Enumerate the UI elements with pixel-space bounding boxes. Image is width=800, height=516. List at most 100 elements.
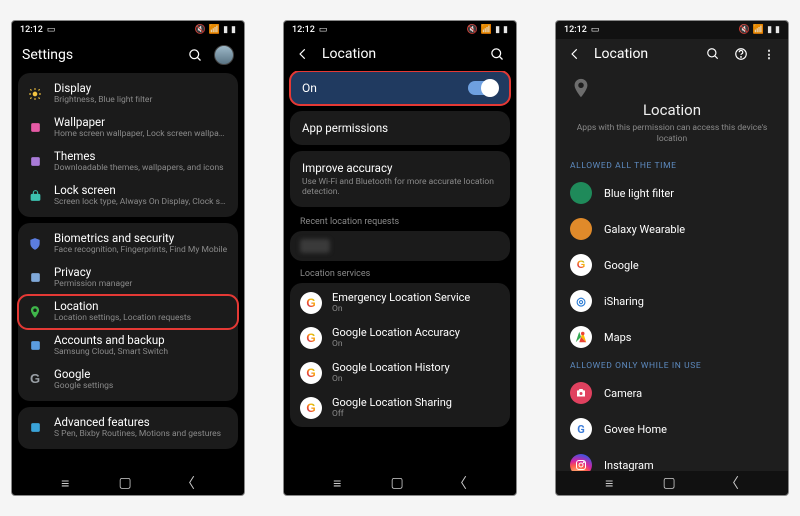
signal-icon: ▮ [767,25,772,35]
phone-screen-location: 12:12 ▭ 🔇 📶 ▮ ▮ Location On App permissi… [283,20,517,496]
app-label: Govee Home [604,423,667,436]
improve-accuracy-sub: Use Wi-Fi and Bluetooth for more accurat… [302,177,498,197]
mute-icon: 🔇 [195,25,206,35]
home-button[interactable]: ▢ [662,475,675,491]
recents-button[interactable]: ≡ [333,475,341,492]
back-button[interactable]: 〈 [725,473,739,493]
back-button[interactable]: 〈 [453,473,467,493]
app-label: iSharing [604,295,644,308]
app-permission-row[interactable]: ◎iSharing [556,283,788,319]
permission-content: Location Apps with this permission can a… [556,71,788,471]
govee-app-icon: G [570,418,592,440]
themes-icon [26,153,44,171]
app-permission-row[interactable]: G Govee Home [556,411,788,447]
settings-row-display[interactable]: Display Brightness, Blue light filter [18,77,238,111]
camera-app-icon [570,382,592,404]
page-title: Settings [22,47,73,63]
settings-row-lock-screen[interactable]: Lock screen Screen lock type, Always On … [18,179,238,213]
settings-row-wallpaper[interactable]: Wallpaper Home screen wallpaper, Lock sc… [18,111,238,145]
app-label: Google [604,259,639,272]
search-icon[interactable] [704,45,722,63]
status-bar: 12:12 ▭ 🔇 📶 ▮ ▮ [284,21,516,39]
recent-request-item[interactable] [290,231,510,261]
maps-app-icon [570,326,592,348]
app-label: Camera [604,387,642,400]
sun-icon [26,85,44,103]
permission-description: Apps with this permission can access thi… [570,123,774,145]
settings-row-biometrics-and-security[interactable]: Biometrics and security Face recognition… [18,227,238,261]
wifi-icon: 📶 [209,25,220,35]
app-permission-row[interactable]: Camera [556,375,788,411]
settings-row-sub: Google settings [54,382,228,392]
improve-accuracy-row[interactable]: Improve accuracy Use Wi-Fi and Bluetooth… [290,151,510,207]
app-header: Location [284,39,516,71]
settings-row-themes[interactable]: Themes Downloadable themes, wallpapers, … [18,145,238,179]
back-icon[interactable] [294,45,312,63]
home-button[interactable]: ▢ [390,475,403,491]
allowed-while-use-header: ALLOWED ONLY WHILE IN USE [556,355,788,375]
toggle-switch-on[interactable] [468,81,498,95]
allowed-all-time-list: Blue light filterGalaxy WearableGGoogle◎… [556,175,788,355]
improve-accuracy-label: Improve accuracy [302,161,498,175]
status-icons: 🔇 📶 ▮ ▮ [467,25,508,35]
lock-icon [26,187,44,205]
search-icon[interactable] [186,46,204,64]
pin-icon [26,303,44,321]
settings-row-accounts-and-backup[interactable]: Accounts and backup Samsung Cloud, Smart… [18,329,238,363]
location-services-list: G Emergency Location Service OnG Google … [290,283,510,427]
google-icon: G [26,371,44,389]
profile-avatar[interactable] [214,45,234,65]
app-permissions-row[interactable]: App permissions [290,111,510,145]
settings-row-advanced-features[interactable]: Advanced features S Pen, Bixby Routines,… [18,411,238,445]
settings-row-sub: Location settings, Location requests [54,314,228,324]
app-permission-row[interactable]: GGoogle [556,247,788,283]
app-permission-row[interactable]: Blue light filter [556,175,788,211]
recents-button[interactable]: ≡ [61,475,69,492]
app-label: Maps [604,331,631,344]
status-icons: 🔇 📶 ▮ ▮ [195,25,236,35]
recents-button[interactable]: ≡ [605,475,613,492]
location-service-row[interactable]: G Google Location History On [290,355,510,390]
nav-bar: ≡ ▢ 〈 [556,471,788,495]
settings-row-label: Lock screen [54,184,228,197]
service-label: Google Location Sharing [332,396,452,409]
mute-icon: 🔇 [467,25,478,35]
location-service-row[interactable]: G Google Location Accuracy On [290,320,510,355]
settings-row-privacy[interactable]: Privacy Permission manager [18,261,238,295]
settings-row-sub: Brightness, Blue light filter [54,96,228,106]
advanced-icon [26,419,44,437]
app-icon [570,182,592,204]
settings-row-location[interactable]: Location Location settings, Location req… [18,295,238,329]
location-toggle-row[interactable]: On [290,71,510,105]
settings-row-sub: Samsung Cloud, Smart Switch [54,348,228,358]
overflow-menu-icon[interactable]: ⋮ [760,45,778,63]
nav-bar: ≡ ▢ 〈 [12,471,244,495]
app-permissions-label: App permissions [302,121,498,135]
permission-summary: Location Apps with this permission can a… [556,71,788,155]
app-permission-row[interactable]: Maps [556,319,788,355]
location-service-row[interactable]: G Google Location Sharing Off [290,390,510,425]
app-permission-row[interactable]: Instagram [556,447,788,471]
app-permission-row[interactable]: Galaxy Wearable [556,211,788,247]
settings-list: Display Brightness, Blue light filter Wa… [12,73,244,471]
google-g-icon: G [300,397,322,419]
settings-row-label: Biometrics and security [54,232,228,245]
settings-row-sub: Permission manager [54,280,228,290]
search-icon[interactable] [488,45,506,63]
location-pin-icon [570,77,774,99]
status-time: 12:12 [20,25,43,35]
location-content: On App permissions Improve accuracy Use … [284,71,516,471]
back-button[interactable]: 〈 [181,473,195,493]
toggle-label: On [302,81,468,95]
help-icon[interactable] [732,45,750,63]
location-service-row[interactable]: G Emergency Location Service On [290,285,510,320]
notification-icon: ▭ [319,25,328,35]
allowed-all-time-header: ALLOWED ALL THE TIME [556,155,788,175]
settings-row-label: Advanced features [54,416,228,429]
signal-icon: ▮ [223,25,228,35]
home-button[interactable]: ▢ [118,475,131,491]
notification-icon: ▭ [591,25,600,35]
wallpaper-icon [26,119,44,137]
back-icon[interactable] [566,45,584,63]
settings-row-google[interactable]: G Google Google settings [18,363,238,397]
